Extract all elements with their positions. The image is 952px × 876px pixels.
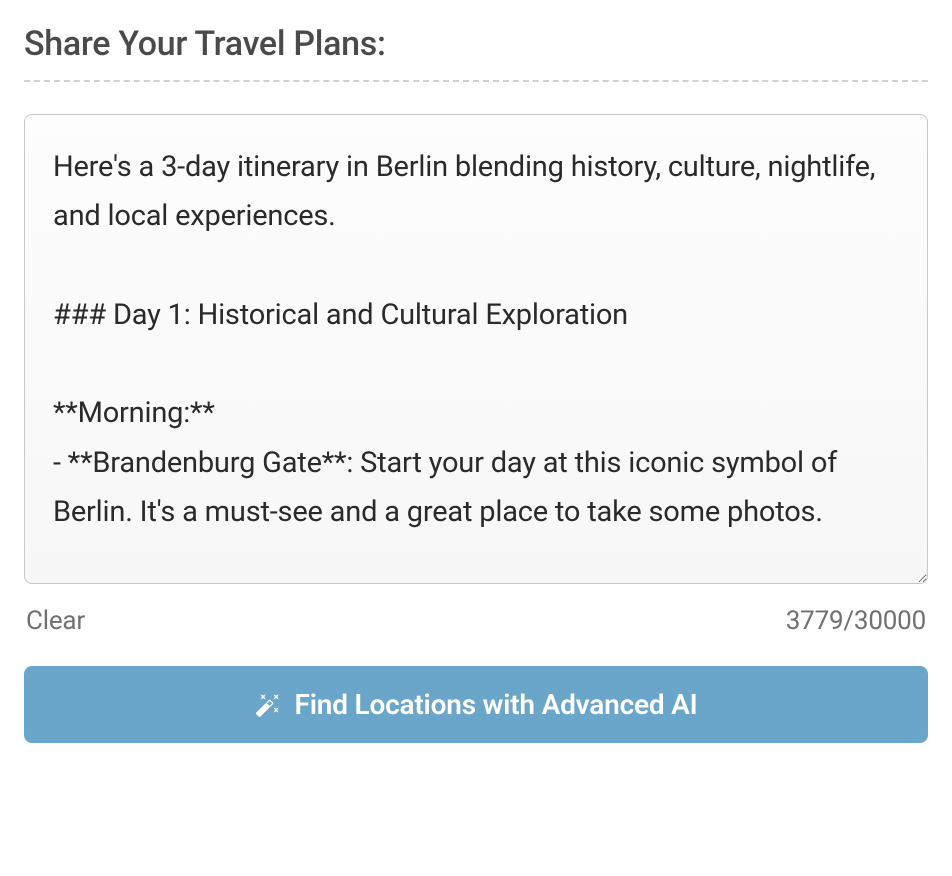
section-heading: Share Your Travel Plans: [24, 24, 928, 82]
textarea-container [24, 114, 928, 588]
find-locations-button[interactable]: Find Locations with Advanced AI [24, 666, 928, 743]
find-locations-label: Find Locations with Advanced AI [295, 688, 698, 721]
travel-plans-textarea[interactable] [24, 114, 928, 584]
magic-wand-icon [255, 692, 281, 718]
controls-row: Clear 3779/30000 [24, 606, 928, 636]
clear-button[interactable]: Clear [26, 606, 85, 636]
character-count: 3779/30000 [786, 606, 926, 636]
